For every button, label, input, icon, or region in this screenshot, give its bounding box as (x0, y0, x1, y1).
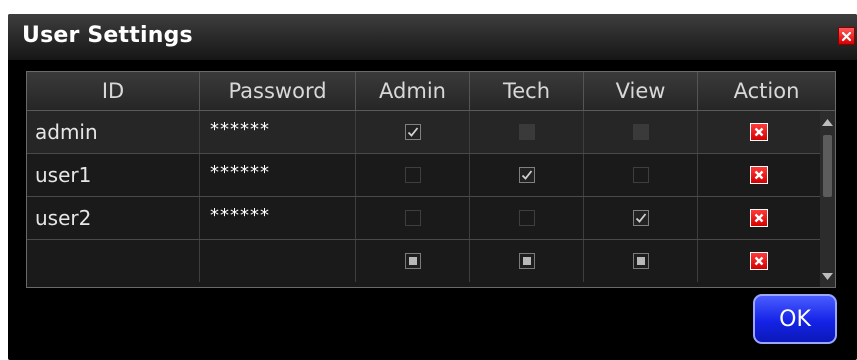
view-cell (584, 154, 698, 196)
tech-cell (470, 240, 584, 282)
delete-user-button[interactable] (750, 123, 768, 141)
title-bar: User Settings (8, 14, 857, 60)
password-cell[interactable] (200, 240, 356, 282)
column-header-tech: Tech (470, 72, 584, 110)
delete-icon (754, 213, 764, 223)
delete-user-button[interactable] (750, 252, 768, 270)
action-cell (698, 154, 820, 196)
action-cell (698, 197, 820, 239)
tech-cell (470, 154, 584, 196)
view-checkbox[interactable] (632, 124, 649, 140)
scroll-down-button[interactable] (820, 267, 835, 285)
delete-icon (754, 170, 764, 180)
admin-cell (356, 111, 470, 153)
user-id-cell[interactable]: user2 (27, 197, 200, 239)
admin-checkbox[interactable] (404, 253, 421, 269)
checkmark-icon (635, 213, 646, 223)
delete-user-button[interactable] (750, 209, 768, 227)
column-header-view: View (584, 72, 698, 110)
tech-checkbox[interactable] (518, 167, 535, 183)
chevron-up-icon (822, 118, 833, 126)
close-icon (841, 31, 852, 41)
view-cell (584, 197, 698, 239)
user-id-cell[interactable]: user1 (27, 154, 200, 196)
action-cell (698, 111, 820, 153)
table-row[interactable]: user1 ****** (27, 154, 820, 197)
scrollbar-thumb[interactable] (823, 135, 832, 197)
action-cell (698, 240, 820, 282)
admin-cell (356, 197, 470, 239)
scroll-up-button[interactable] (820, 113, 835, 131)
admin-checkbox[interactable] (404, 124, 421, 140)
password-cell[interactable]: ****** (200, 154, 356, 196)
admin-checkbox[interactable] (404, 167, 421, 183)
delete-icon (754, 127, 764, 137)
tech-cell (470, 197, 584, 239)
user-id-cell[interactable]: admin (27, 111, 200, 153)
table-row[interactable]: user2 ****** (27, 197, 820, 240)
view-checkbox[interactable] (632, 253, 649, 269)
delete-user-button[interactable] (750, 166, 768, 184)
checkmark-icon (521, 170, 532, 180)
column-header-admin: Admin (356, 72, 470, 110)
view-checkbox[interactable] (632, 167, 649, 183)
admin-checkbox[interactable] (404, 210, 421, 226)
tech-checkbox[interactable] (518, 124, 535, 140)
user-settings-dialog: User Settings ID Password Admin Tech Vie… (8, 14, 857, 360)
view-checkbox[interactable] (632, 210, 649, 226)
ok-button[interactable]: OK (753, 294, 837, 344)
table-row[interactable]: admin ****** (27, 111, 820, 154)
tech-checkbox[interactable] (518, 253, 535, 269)
user-id-cell[interactable] (27, 240, 200, 282)
column-header-password: Password (200, 72, 356, 110)
admin-cell (356, 240, 470, 282)
vertical-scrollbar[interactable] (820, 111, 835, 287)
dialog-title: User Settings (22, 23, 193, 48)
tech-checkbox[interactable] (518, 210, 535, 226)
view-cell (584, 111, 698, 153)
table-header: ID Password Admin Tech View Action (27, 72, 835, 111)
password-cell[interactable]: ****** (200, 111, 356, 153)
view-cell (584, 240, 698, 282)
checkmark-icon (407, 127, 418, 137)
users-table: ID Password Admin Tech View Action admin… (26, 71, 836, 288)
close-button[interactable] (838, 27, 855, 45)
password-cell[interactable]: ****** (200, 197, 356, 239)
tech-cell (470, 111, 584, 153)
delete-icon (754, 256, 764, 266)
column-header-action: Action (733, 79, 800, 103)
new-user-row[interactable] (27, 240, 820, 283)
chevron-down-icon (822, 272, 833, 280)
column-header-id: ID (27, 72, 200, 110)
admin-cell (356, 154, 470, 196)
